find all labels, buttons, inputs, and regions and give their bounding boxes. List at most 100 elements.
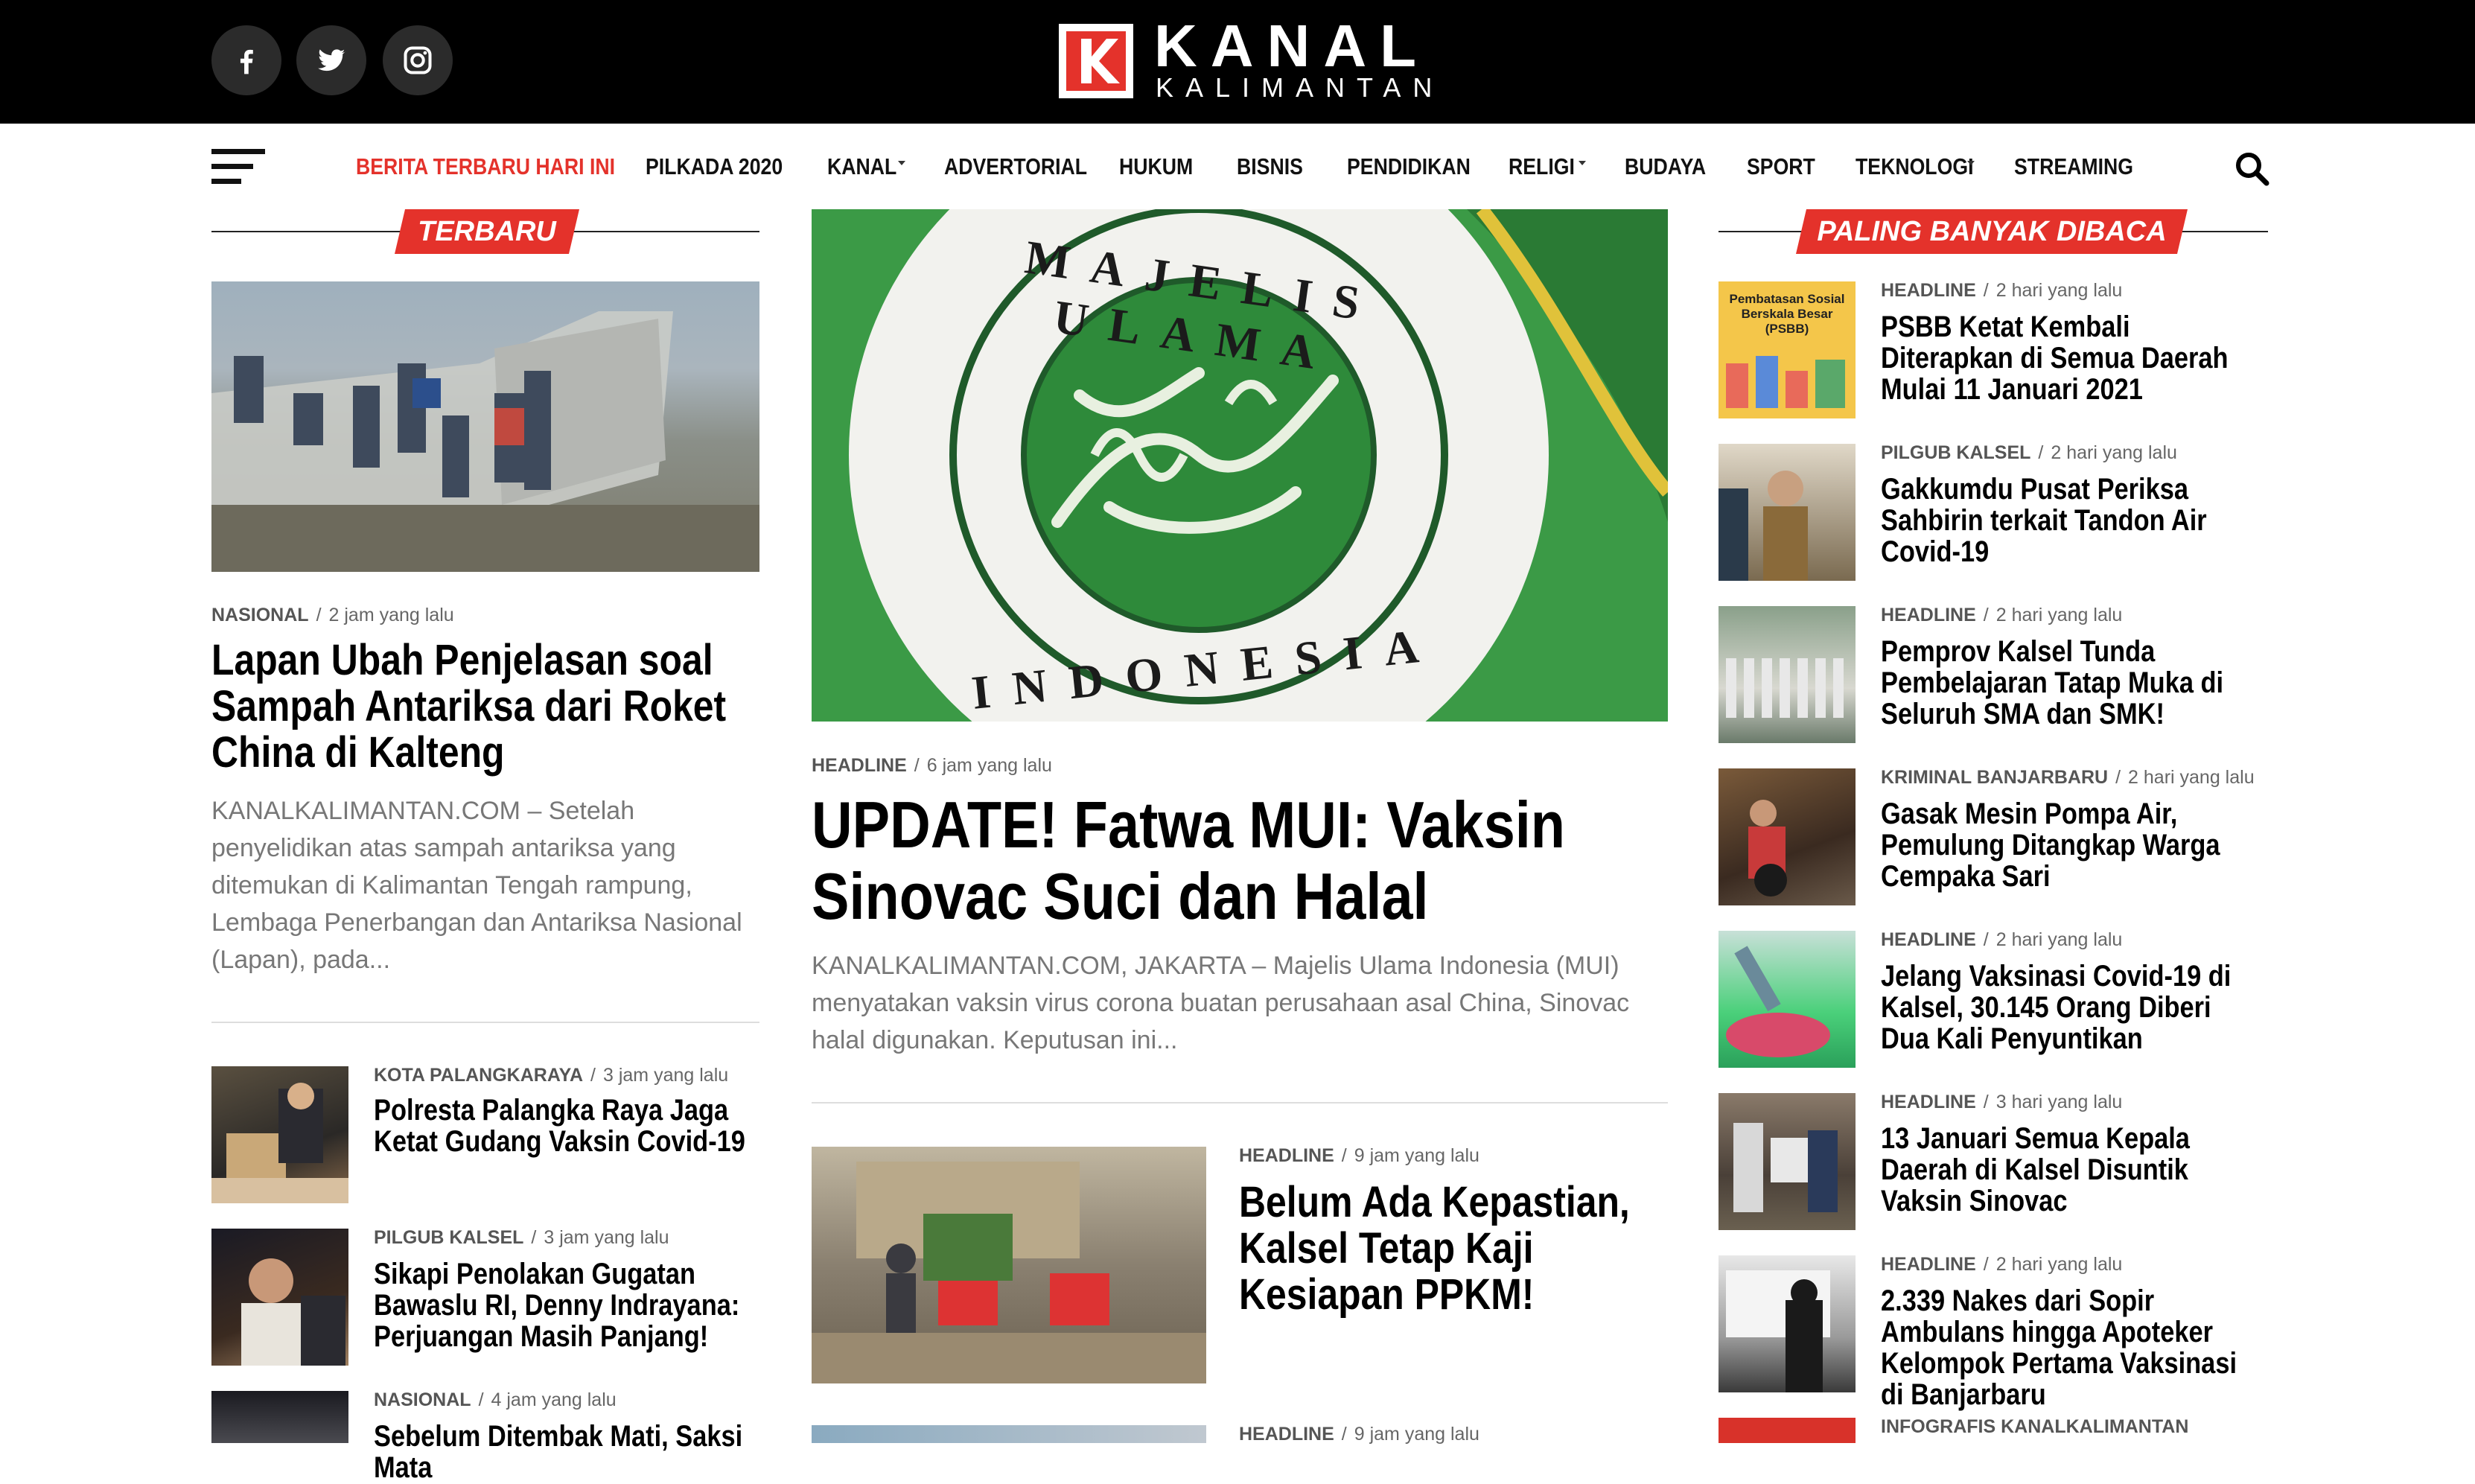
thumb-image[interactable] — [1719, 768, 1856, 905]
twitter-icon[interactable] — [296, 25, 366, 95]
timestamp: 9 jam yang lalu — [1354, 1145, 1479, 1166]
article-meta: PILGUB KALSEL/2 hari yang lalu — [1881, 442, 2177, 463]
category-link[interactable]: KOTA PALANGKARAYA — [374, 1065, 583, 1086]
logo-mark-icon — [1059, 24, 1133, 98]
category-link[interactable]: NASIONAL — [211, 605, 309, 625]
article-meta: KOTA PALANGKARAYA/3 jam yang lalu — [374, 1065, 729, 1086]
feature-image-space-debris[interactable] — [211, 281, 759, 572]
nav-item-pendidikan[interactable]: PENDIDIKAN — [1347, 153, 1471, 180]
thumb-image[interactable] — [812, 1425, 1206, 1443]
article-title[interactable]: Sebelum Ditembak Mati, Saksi Mata — [374, 1421, 758, 1483]
chevron-down-icon — [898, 161, 905, 165]
article-meta: INFOGRAFIS KANALKALIMANTAN — [1881, 1416, 2188, 1438]
timestamp: 2 jam yang lalu — [328, 605, 454, 625]
article-meta: HEADLINE/9 jam yang lalu — [1239, 1145, 1479, 1166]
nav-item-hukum[interactable]: HUKUM — [1119, 153, 1193, 180]
site-logo[interactable]: KANAL KALIMANTAN — [1056, 16, 1432, 101]
thumb-image[interactable] — [1719, 1255, 1856, 1392]
timestamp: 2 hari yang lalu — [1995, 1254, 2123, 1275]
category-link[interactable]: HEADLINE — [1881, 929, 1976, 950]
thumb-image[interactable] — [1719, 1093, 1856, 1230]
top-bar: KANAL KALIMANTAN — [0, 0, 2475, 124]
timestamp: 2 hari yang lalu — [2128, 767, 2255, 788]
main-nav: BERITA TERBARU HARI INI PILKADA 2020 KAN… — [0, 124, 2475, 208]
divider — [812, 1102, 1668, 1104]
feature-title[interactable]: Lapan Ubah Penjelasan soal Sampah Antari… — [211, 637, 756, 776]
nav-item-sport[interactable]: SPORT — [1747, 153, 1815, 180]
category-link[interactable]: HEADLINE — [1881, 1254, 1976, 1275]
thumb-image[interactable] — [1719, 1418, 1856, 1443]
thumb-image[interactable] — [1719, 444, 1856, 581]
article-title[interactable]: Gasak Mesin Pompa Air, Pemulung Ditangka… — [1881, 798, 2265, 892]
article-title[interactable]: Belum Ada Kepastian, Kalsel Tetap Kaji K… — [1239, 1179, 1662, 1318]
search-icon[interactable] — [2234, 150, 2269, 186]
article-title[interactable]: PSBB Ketat Kembali Diterapkan di Semua D… — [1881, 311, 2265, 405]
chevron-down-icon — [1967, 161, 1975, 165]
chevron-down-icon — [1579, 161, 1586, 165]
article-title[interactable]: Pemprov Kalsel Tunda Pembelajaran Tatap … — [1881, 636, 2265, 730]
article-meta: HEADLINE/6 jam yang lalu — [812, 755, 1052, 776]
article-meta: NASIONAL/2 jam yang lalu — [211, 605, 454, 625]
thumb-image[interactable] — [211, 1066, 348, 1203]
brand-title: KANAL — [1154, 13, 1430, 79]
instagram-icon[interactable] — [383, 25, 453, 95]
timestamp: 2 hari yang lalu — [2051, 442, 2177, 463]
timestamp: 3 jam yang lalu — [544, 1227, 669, 1248]
thumb-image-ppkm[interactable] — [812, 1147, 1206, 1383]
section-label-paling-banyak-dibaca: PALING BANYAK DIBACA — [1796, 209, 2188, 254]
article-title[interactable]: Sikapi Penolakan Gugatan Bawaslu RI, Den… — [374, 1258, 758, 1352]
article-title[interactable]: 13 Januari Semua Kepala Daerah di Kalsel… — [1881, 1123, 2265, 1217]
timestamp: 6 jam yang lalu — [926, 755, 1052, 776]
category-link[interactable]: PILGUB KALSEL — [374, 1227, 523, 1248]
article-meta: HEADLINE/2 hari yang lalu — [1881, 605, 2123, 625]
article-title[interactable]: Gakkumdu Pusat Periksa Sahbirin terkait … — [1881, 474, 2265, 567]
hero-image-mui-seal[interactable]: MAJELIS ULAMA INDONESIA — [812, 209, 1668, 722]
divider — [211, 1022, 759, 1023]
nav-item-religi[interactable]: RELIGI — [1509, 153, 1575, 180]
category-link[interactable]: HEADLINE — [1881, 1092, 1976, 1112]
category-link[interactable]: PILGUB KALSEL — [1881, 442, 2030, 463]
category-link[interactable]: HEADLINE — [1881, 280, 1976, 301]
article-title[interactable]: Polresta Palangka Raya Jaga Ketat Gudang… — [374, 1095, 758, 1157]
article-title[interactable]: Jelang Vaksinasi Covid-19 di Kalsel, 30.… — [1881, 961, 2265, 1054]
nav-item-streaming[interactable]: STREAMING — [2014, 153, 2133, 180]
category-link[interactable]: NASIONAL — [374, 1389, 471, 1410]
timestamp: 3 jam yang lalu — [603, 1065, 729, 1086]
thumb-image[interactable] — [1719, 606, 1856, 743]
nav-item-pilkada[interactable]: PILKADA 2020 — [646, 153, 783, 180]
nav-item-budaya[interactable]: BUDAYA — [1625, 153, 1706, 180]
category-link[interactable]: HEADLINE — [1239, 1424, 1334, 1445]
timestamp: 2 hari yang lalu — [1995, 280, 2123, 301]
category-link[interactable]: HEADLINE — [1881, 605, 1976, 625]
nav-item-bisnis[interactable]: BISNIS — [1237, 153, 1303, 180]
facebook-icon[interactable] — [211, 25, 281, 95]
thumb-image[interactable] — [211, 1229, 348, 1366]
article-meta: HEADLINE/3 hari yang lalu — [1881, 1092, 2123, 1112]
article-meta: KRIMINAL BANJARBARU/2 hari yang lalu — [1881, 767, 2255, 788]
category-link[interactable]: INFOGRAFIS KANALKALIMANTAN — [1881, 1416, 2188, 1437]
category-link[interactable]: HEADLINE — [812, 755, 907, 776]
article-meta: PILGUB KALSEL/3 jam yang lalu — [374, 1227, 669, 1248]
brand-subtitle: KALIMANTAN — [1156, 72, 1444, 103]
thumb-image[interactable] — [1719, 931, 1856, 1068]
timestamp: 2 hari yang lalu — [1995, 605, 2123, 625]
timestamp: 4 jam yang lalu — [491, 1389, 617, 1410]
nav-item-advertorial[interactable]: ADVERTORIAL — [944, 153, 1087, 180]
category-link[interactable]: HEADLINE — [1239, 1145, 1334, 1166]
thumb-image[interactable] — [211, 1391, 348, 1443]
category-link[interactable]: KRIMINAL BANJARBARU — [1881, 767, 2108, 788]
article-meta: HEADLINE/2 hari yang lalu — [1881, 280, 2123, 301]
timestamp: 2 hari yang lalu — [1995, 929, 2123, 950]
section-label-terbaru: TERBARU — [395, 209, 579, 254]
thumb-image[interactable]: Pembatasan Sosial Berskala Besar (PSBB) — [1719, 281, 1856, 418]
article-meta: HEADLINE/9 jam yang lalu — [1239, 1424, 1479, 1445]
article-title[interactable]: 2.339 Nakes dari Sopir Ambulans hingga A… — [1881, 1285, 2265, 1410]
hero-title[interactable]: UPDATE! Fatwa MUI: Vaksin Sinovac Suci d… — [812, 789, 1644, 932]
timestamp: 3 hari yang lalu — [1995, 1092, 2123, 1112]
menu-icon[interactable] — [211, 149, 265, 185]
nav-item-kanal[interactable]: KANAL — [827, 153, 896, 180]
nav-item-berita-terbaru[interactable]: BERITA TERBARU HARI INI — [356, 153, 615, 180]
feature-excerpt: KANALKALIMANTAN.COM – Setelah penyelidik… — [211, 797, 742, 974]
nav-item-teknologi[interactable]: TEKNOLOGI — [1856, 153, 1973, 180]
article-meta: HEADLINE/2 hari yang lalu — [1881, 1254, 2123, 1275]
